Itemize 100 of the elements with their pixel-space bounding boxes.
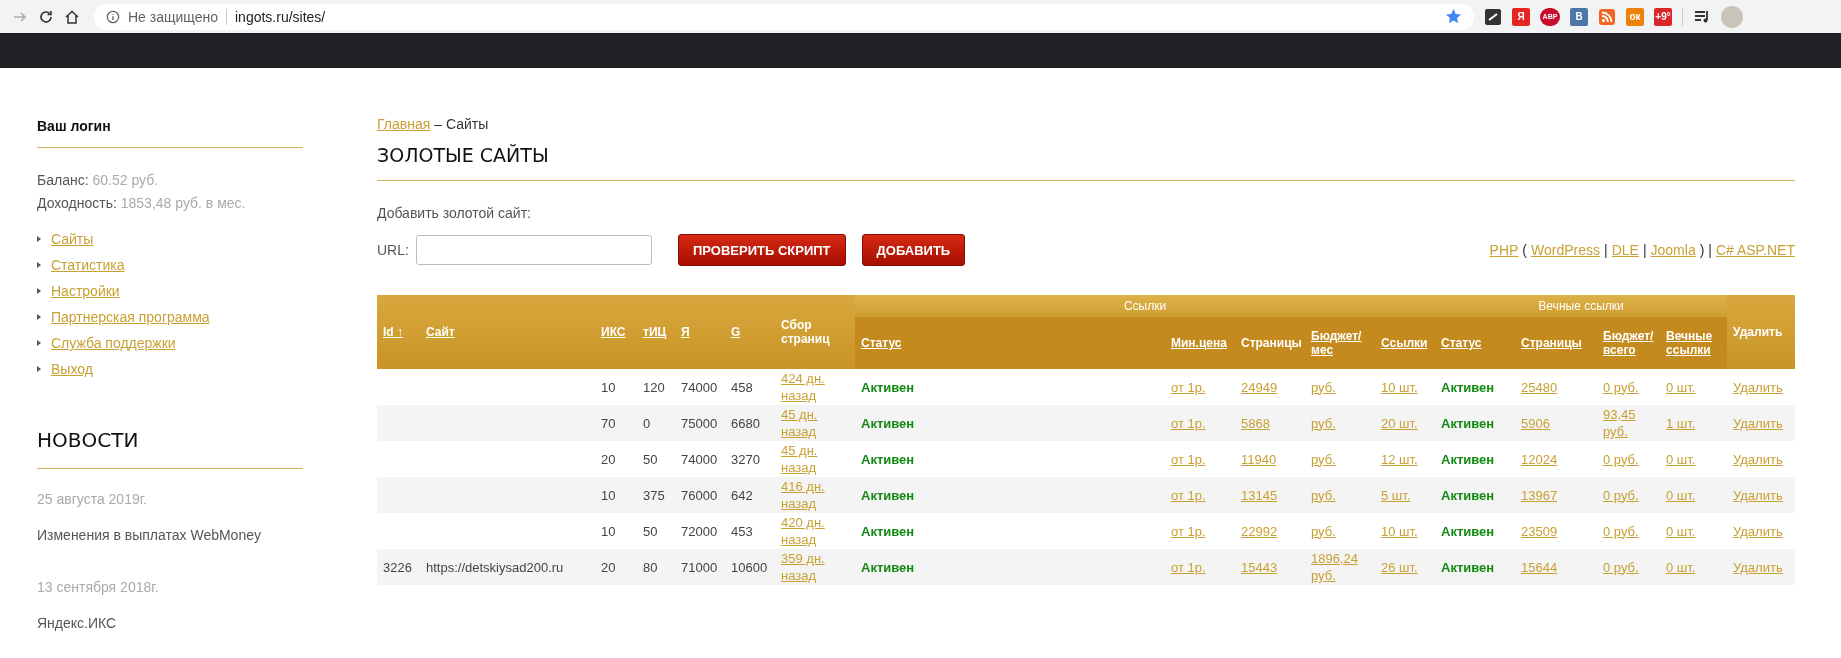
table-link[interactable]: 10 шт. (1381, 522, 1418, 540)
table-link[interactable]: 0 шт. (1666, 522, 1696, 540)
column-header[interactable]: Бюджет/ мес (1305, 317, 1375, 369)
star-icon[interactable] (1445, 8, 1462, 25)
delete-link[interactable]: Удалить (1733, 450, 1783, 468)
table-link[interactable]: 93,45 руб. (1603, 406, 1655, 440)
news-title: Яндекс.ИКС (37, 615, 118, 631)
delete-link[interactable]: Удалить (1733, 558, 1783, 576)
extension-button[interactable]: ок (1626, 7, 1644, 26)
table-link[interactable]: 11940 (1241, 450, 1277, 468)
table-link[interactable]: 5 шт. (1381, 486, 1411, 504)
table-link[interactable]: 12 шт. (1381, 450, 1418, 468)
table-link[interactable]: 0 шт. (1666, 378, 1696, 396)
column-header[interactable]: G (725, 295, 775, 369)
platform-link[interactable]: WordPress (1531, 242, 1600, 258)
table-link[interactable]: 25480 (1521, 378, 1558, 396)
page-title: ЗОЛОТЫЕ САЙТЫ (377, 144, 550, 166)
column-header[interactable]: ИКС (595, 295, 637, 369)
table-cell: 80 (643, 559, 658, 575)
table-link[interactable]: 13145 (1241, 486, 1278, 504)
column-header[interactable]: Мин.цена (1165, 317, 1235, 369)
sidebar-link[interactable]: Выход (51, 361, 93, 377)
sidebar-link[interactable]: Сайты (51, 231, 94, 247)
table-link[interactable]: от 1р. (1171, 450, 1206, 468)
table-link[interactable]: 1896,24 руб. (1311, 550, 1369, 584)
column-header[interactable]: Я (675, 295, 725, 369)
table-cell: https://detskiysad200.ru (426, 559, 564, 575)
table-link[interactable]: 0 шт. (1666, 558, 1696, 576)
table-link[interactable]: от 1р. (1171, 414, 1206, 432)
column-header[interactable]: Id ↑ (377, 295, 420, 369)
table-cell: 20 (601, 559, 616, 575)
column-header[interactable]: Бюджет/ всего (1597, 317, 1661, 369)
table-link[interactable]: руб. (1311, 378, 1336, 396)
table-link[interactable]: 10 шт. (1381, 378, 1418, 396)
column-header[interactable]: тИЦ (637, 295, 675, 369)
check-script-button[interactable]: ПРОВЕРИТЬ СКРИПТ (678, 234, 846, 266)
column-header[interactable]: Статус (855, 317, 1165, 369)
extension-icon[interactable] (1484, 7, 1502, 26)
collected-link[interactable]: 424 дн. назад (781, 370, 849, 404)
table-link[interactable]: 22992 (1241, 522, 1278, 540)
table-link[interactable]: руб. (1311, 486, 1336, 504)
table-link[interactable]: руб. (1311, 450, 1336, 468)
table-link[interactable]: 13967 (1521, 486, 1558, 504)
column-header[interactable]: Ссылки (1375, 317, 1436, 369)
sidebar-link[interactable]: Служба поддержки (51, 335, 176, 351)
platform-link[interactable]: PHP (1489, 242, 1519, 258)
table-link[interactable]: 24949 (1241, 378, 1278, 396)
extension-button[interactable]: +9° (1654, 7, 1672, 26)
table-link[interactable]: 0 руб. (1603, 450, 1639, 468)
delete-link[interactable]: Удалить (1733, 486, 1783, 504)
table-link[interactable]: 12024 (1521, 450, 1558, 468)
table-link[interactable]: 0 руб. (1603, 486, 1639, 504)
table-link[interactable]: 15443 (1241, 558, 1278, 576)
delete-link[interactable]: Удалить (1733, 522, 1783, 540)
table-link[interactable]: 5906 (1521, 414, 1550, 432)
add-button[interactable]: ДОБАВИТЬ (861, 234, 966, 266)
platform-link[interactable]: C# ASP.NET (1715, 242, 1795, 258)
extension-button[interactable]: Я (1512, 7, 1530, 26)
table-link[interactable]: 0 руб. (1603, 522, 1639, 540)
table-cell: 120 (643, 379, 665, 395)
info-icon[interactable] (106, 9, 120, 24)
delete-link[interactable]: Удалить (1733, 414, 1783, 432)
collected-link[interactable]: 359 дн. назад (781, 550, 849, 584)
table-link[interactable]: 1 шт. (1666, 414, 1696, 432)
column-header[interactable]: Сайт (420, 295, 595, 369)
table-link[interactable]: 5868 (1241, 414, 1270, 432)
table-link[interactable]: 0 шт. (1666, 450, 1696, 468)
table-link[interactable]: 15644 (1521, 558, 1558, 576)
extension-button[interactable]: В (1570, 7, 1588, 26)
table-link[interactable]: от 1р. (1171, 558, 1206, 576)
table-link[interactable]: от 1р. (1171, 378, 1206, 396)
platform-link[interactable]: Joomla (1650, 242, 1696, 258)
collected-link[interactable]: 416 дн. назад (781, 478, 849, 512)
url-input-field[interactable] (416, 235, 652, 265)
table-link[interactable]: 26 шт. (1381, 558, 1418, 576)
breadcrumb-link[interactable]: Главная (377, 116, 431, 132)
collected-link[interactable]: 45 дн. назад (781, 442, 849, 476)
address-bar[interactable]: Не защищено ingots.ru/sites/ (94, 3, 1474, 30)
table-link[interactable]: руб. (1311, 522, 1336, 540)
collected-link[interactable]: 420 дн. назад (781, 514, 849, 548)
table-link[interactable]: 0 руб. (1603, 378, 1639, 396)
home-icon[interactable] (64, 8, 80, 25)
column-header[interactable]: Страницы (1515, 317, 1598, 369)
table-link[interactable]: 0 руб. (1603, 558, 1639, 576)
column-header[interactable]: Статус (1435, 317, 1516, 369)
table-link[interactable]: 0 шт. (1666, 486, 1696, 504)
table-link[interactable]: руб. (1311, 414, 1336, 432)
rss-icon[interactable] (1598, 7, 1616, 26)
sidebar-link[interactable]: Партнерская программа (51, 309, 210, 325)
reload-icon[interactable] (38, 8, 54, 25)
table-link[interactable]: от 1р. (1171, 486, 1206, 504)
collected-link[interactable]: 45 дн. назад (781, 406, 849, 440)
table-link[interactable]: от 1р. (1171, 522, 1206, 540)
platform-link[interactable]: DLE (1611, 242, 1639, 258)
table-link[interactable]: 23509 (1521, 522, 1558, 540)
delete-link[interactable]: Удалить (1733, 378, 1783, 396)
sidebar-link[interactable]: Настройки (51, 283, 120, 299)
table-link[interactable]: 20 шт. (1381, 414, 1418, 432)
sidebar-link[interactable]: Статистика (51, 257, 125, 273)
column-header[interactable]: Вечные ссылки (1660, 317, 1728, 369)
